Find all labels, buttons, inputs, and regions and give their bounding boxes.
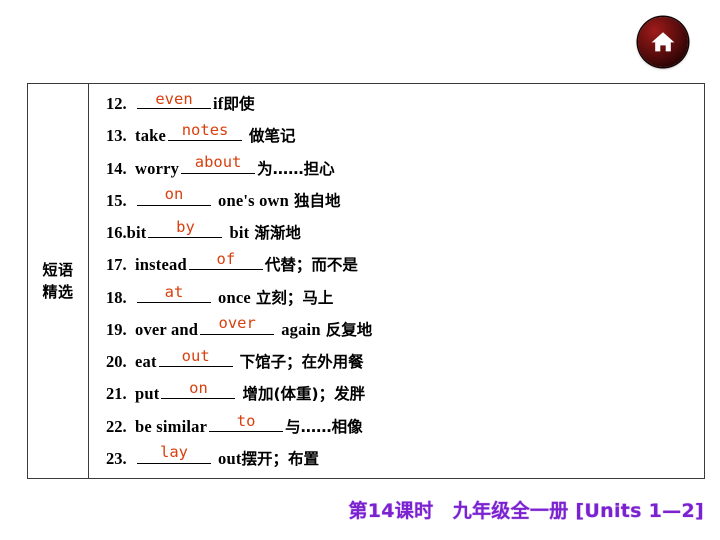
phrase-row: 13. take notes 做笔记 (106, 120, 704, 155)
home-button[interactable] (638, 17, 688, 67)
row-text-before: take (135, 126, 167, 146)
row-text-after-cn: 为……担心 (257, 159, 335, 178)
row-text-after-cn: 反复地 (325, 320, 373, 339)
answer-text: by (176, 217, 195, 236)
answer-text: over (218, 314, 256, 333)
row-number: 22. (106, 416, 127, 436)
phrase-table: 短语 精选 12. even if 即使 13. take notes 做笔记 … (27, 83, 705, 479)
row-number: 21. (106, 384, 127, 404)
answer-blank[interactable]: at (137, 283, 211, 303)
answer-text: notes (181, 120, 229, 139)
phrase-row: 23. lay out 摆开；布置 (106, 443, 704, 478)
row-number: 15. (106, 190, 127, 210)
row-text-after-en: one's own (218, 190, 290, 210)
row-number: 12. (106, 94, 127, 113)
row-text-after-en: again (281, 319, 321, 339)
row-text-after-cn: 下馆子；在外用餐 (239, 353, 364, 371)
answer-blank[interactable]: even (137, 91, 211, 109)
answer-blank[interactable]: notes (168, 120, 243, 142)
row-text-before: eat (135, 352, 157, 371)
phrase-list: 12. even if 即使 13. take notes 做笔记 14. wo… (89, 84, 704, 478)
row-number: 17. (106, 255, 127, 275)
phrase-row: 14. worry about 为……担心 (106, 153, 704, 188)
answer-text: on (189, 378, 208, 397)
phrase-row: 16. bit by bit 渐渐地 (106, 217, 704, 252)
answer-blank[interactable]: by (148, 217, 223, 238)
answer-blank[interactable]: to (209, 412, 284, 432)
row-number: 13. (106, 126, 127, 146)
row-text-after-cn: 代替；而不是 (264, 256, 358, 275)
row-text-after-en: bit (229, 223, 250, 242)
category-cell: 短语 精选 (28, 84, 89, 478)
answer-blank[interactable]: about (181, 153, 256, 174)
row-text-after-en: if (213, 94, 224, 113)
answer-text: even (155, 89, 193, 108)
answer-text: of (216, 249, 236, 268)
answer-text: about (194, 153, 242, 171)
phrase-row: 22. be similar to 与……相像 (106, 412, 704, 446)
phrase-row: 18. at once 立刻；马上 (106, 283, 704, 317)
row-text-after-en: once (218, 287, 251, 307)
home-icon (650, 30, 676, 54)
row-text-after-en: out (218, 448, 242, 468)
answer-text: out (181, 346, 210, 365)
answer-blank[interactable]: over (200, 314, 275, 335)
row-number: 14. (106, 158, 127, 178)
row-text-after-cn: 做笔记 (249, 127, 296, 146)
row-text-after-cn: 即使 (223, 95, 255, 113)
row-text-before: bit (126, 223, 147, 242)
answer-blank[interactable]: on (161, 378, 236, 400)
answer-blank[interactable]: out (158, 346, 233, 367)
row-text-after-cn: 与……相像 (285, 417, 363, 436)
row-text-after-cn: 渐渐地 (254, 224, 301, 242)
phrase-row: 20. eat out 下馆子；在外用餐 (106, 346, 704, 381)
answer-text: lay (160, 443, 188, 462)
answer-text: on (164, 185, 184, 204)
row-text-after-cn: 立刻；马上 (255, 288, 334, 307)
row-text-before: worry (135, 158, 180, 178)
row-text-before: be similar (135, 416, 208, 436)
row-text-before: put (135, 384, 160, 404)
category-label-line2: 精选 (42, 283, 74, 301)
answer-blank[interactable]: of (188, 249, 263, 271)
row-number: 20. (106, 352, 127, 371)
lesson-title: 第14课时 九年级全一册 [Units 1—2] (348, 499, 704, 522)
answer-blank[interactable]: on (137, 185, 211, 206)
answer-blank[interactable]: lay (137, 443, 211, 464)
phrase-row: 12. even if 即使 (106, 91, 704, 123)
row-text-after-cn: 增加(体重)；发胖 (242, 385, 366, 404)
row-number: 23. (106, 448, 127, 468)
answer-text: to (236, 412, 256, 430)
category-label-line1: 短语 (42, 260, 74, 279)
row-number: 18. (106, 287, 127, 307)
phrase-row: 15. on one's own 独自地 (106, 185, 704, 220)
row-number: 19. (106, 319, 127, 339)
phrase-row: 19. over and over again 反复地 (106, 314, 704, 349)
row-text-before: over and (135, 319, 199, 339)
row-text-after-cn: 独自地 (294, 191, 341, 210)
phrase-row: 17. instead of 代替；而不是 (106, 249, 704, 284)
row-text-before: instead (135, 255, 187, 275)
phrase-row: 21. put on 增加(体重)；发胖 (106, 378, 704, 413)
row-text-after-cn: 摆开；布置 (241, 449, 320, 468)
answer-text: at (164, 283, 184, 301)
row-number: 16. (106, 223, 127, 242)
bottom-banner: 第14课时 九年级全一册 [Units 1—2] (0, 492, 720, 526)
